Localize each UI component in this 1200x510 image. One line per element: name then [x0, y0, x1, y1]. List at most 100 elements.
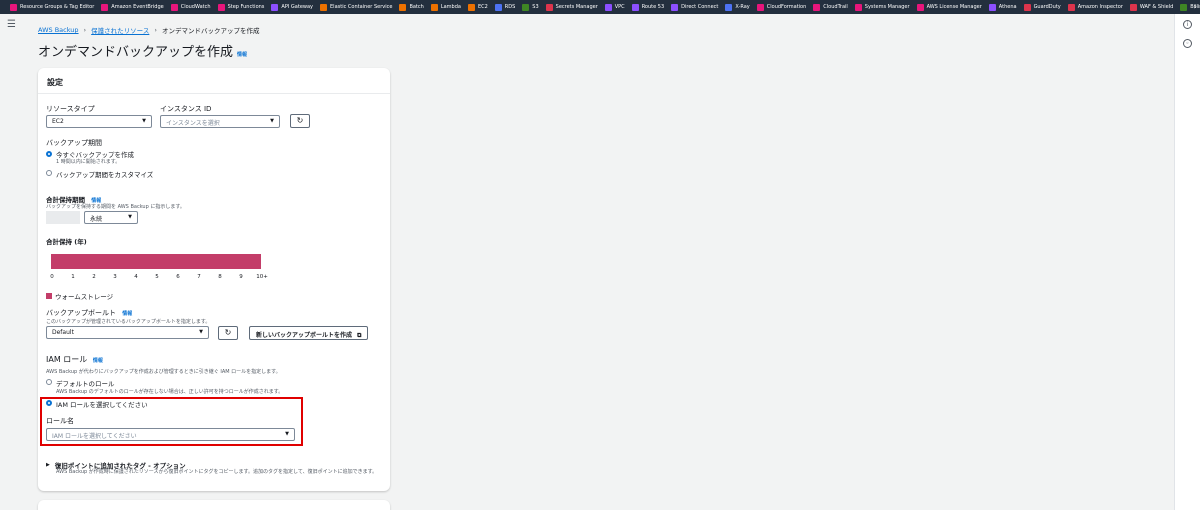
backup-custom-radio[interactable]	[46, 170, 52, 176]
favorite-label: CloudWatch	[180, 4, 211, 10]
chevron-right-icon: ›	[83, 26, 87, 34]
default-role-radio[interactable]	[46, 379, 52, 385]
service-icon	[217, 3, 225, 11]
chart-tick-label: 5	[155, 274, 159, 280]
chart-tick-label: 9	[239, 274, 243, 280]
favorite-item[interactable]: CloudWatch	[170, 3, 211, 11]
backup-custom-label: バックアップ期間をカスタマイズ	[56, 171, 154, 179]
service-icon	[545, 3, 553, 11]
retention-number-input[interactable]	[46, 211, 80, 224]
favorite-item[interactable]: EC2	[467, 3, 488, 11]
service-icon	[1180, 3, 1188, 11]
refresh-icon: ↻	[224, 328, 232, 337]
iam-desc: AWS Backup が代わりにバックアップを作成および管理するときに引き継ぐ …	[46, 369, 281, 375]
service-icon	[813, 3, 821, 11]
favorite-item[interactable]: Elastic Container Service	[320, 3, 392, 11]
favorite-item[interactable]: Amazon EventBridge	[101, 3, 164, 11]
caret-down-icon: ▼	[285, 431, 289, 437]
menu-icon[interactable]: ☰	[7, 19, 16, 30]
resource-type-label: リソースタイプ	[46, 105, 95, 113]
retention-chart-ticks: 0 1 2 3 4 5 6 7 8 9 10+	[50, 274, 270, 282]
page-info-link[interactable]: 情報	[237, 51, 247, 58]
chart-tick-label: 4	[134, 274, 138, 280]
create-vault-button[interactable]: 新しいバックアップボールトを作成 ⧉	[249, 326, 369, 340]
favorite-label: Direct Connect	[681, 4, 719, 10]
favorite-item[interactable]: RDS	[494, 3, 515, 11]
backup-now-radio[interactable]	[46, 151, 52, 157]
favorite-label: Batch	[409, 4, 424, 10]
role-name-label: ロール名	[46, 417, 74, 425]
favorite-item[interactable]: Resource Groups & Tag Editor	[10, 3, 94, 11]
iam-label: IAM ロール 情報	[46, 354, 103, 365]
feedback-icon[interactable]: ◦	[1183, 39, 1192, 48]
favorite-item[interactable]: CloudTrail	[813, 3, 848, 11]
favorite-item[interactable]: WAF & Shield	[1129, 3, 1173, 11]
chevron-right-icon[interactable]: ›	[1194, 2, 1197, 11]
page-title-text: オンデマンドバックアップを作成	[38, 45, 234, 60]
favorite-label: Systems Manager	[864, 4, 910, 10]
service-icon	[10, 3, 17, 11]
favorite-item[interactable]: CloudFormation	[756, 3, 806, 11]
service-icon	[671, 3, 679, 11]
breadcrumb-aws-backup[interactable]: AWS Backup	[38, 26, 79, 34]
retention-desc: バックアップを保持する期間を AWS Backup に指示します。	[46, 204, 185, 210]
favorite-item[interactable]: Direct Connect	[671, 3, 719, 11]
breadcrumb-protected-resources[interactable]: 保護されたリソース	[91, 25, 149, 35]
favorite-item[interactable]: API Gateway	[271, 3, 313, 11]
favorite-item[interactable]: Billing	[1180, 3, 1200, 11]
info-circle-icon[interactable]: i	[1183, 20, 1192, 29]
favorite-label: Lambda	[440, 4, 461, 10]
favorite-item[interactable]: Step Functions	[217, 3, 264, 11]
favorite-item[interactable]: X-Ray	[725, 3, 750, 11]
refresh-instances-button[interactable]: ↻	[290, 114, 310, 128]
favorite-item[interactable]: Batch	[399, 3, 424, 11]
refresh-vaults-button[interactable]: ↻	[218, 326, 238, 340]
favorite-item[interactable]: Amazon Inspector	[1067, 3, 1123, 11]
role-name-select[interactable]: IAM ロールを選択してください ▼	[46, 428, 295, 441]
favorites-bar: Resource Groups & Tag Editor Amazon Event…	[0, 0, 1200, 14]
tags-desc: AWS Backup が作成時に保護されたリソースから復旧ポイントにタグをコピー…	[56, 469, 378, 475]
backup-window-label: バックアップ期間	[46, 139, 102, 147]
instance-id-select[interactable]: インスタンスを選択 ▼	[160, 115, 280, 128]
favorite-item[interactable]: Athena	[988, 3, 1017, 11]
favorite-label: GuardDuty	[1033, 4, 1061, 10]
favorite-label: AWS License Manager	[926, 4, 982, 10]
vault-info-link[interactable]: 情報	[122, 311, 132, 317]
favorite-item[interactable]: Route 53	[631, 3, 665, 11]
settings-heading: 設定	[38, 68, 390, 94]
favorite-item[interactable]: Lambda	[430, 3, 461, 11]
service-icon	[467, 3, 475, 11]
instance-id-placeholder: インスタンスを選択	[166, 120, 220, 127]
favorite-label: S3	[532, 4, 539, 10]
chart-tick-label: 8	[218, 274, 222, 280]
favorite-label: Route 53	[641, 4, 665, 10]
resource-type-select[interactable]: EC2 ▼	[46, 115, 152, 128]
chevron-right-icon: ›	[154, 26, 157, 34]
favorite-label: Secrets Manager	[555, 4, 598, 10]
favorite-item[interactable]: Systems Manager	[854, 3, 910, 11]
vault-select[interactable]: Default ▼	[46, 326, 209, 339]
refresh-icon: ↻	[296, 116, 304, 125]
favorite-item[interactable]: Secrets Manager	[545, 3, 598, 11]
service-icon	[399, 3, 407, 11]
retention-legend: ウォームストレージ	[46, 291, 113, 301]
service-icon	[522, 3, 530, 11]
caret-right-icon: ▶	[46, 462, 50, 468]
next-panel	[38, 500, 390, 510]
warm-storage-bar	[51, 254, 261, 269]
service-icon	[988, 3, 996, 11]
chart-tick-label: 10+	[256, 274, 268, 280]
iam-info-link[interactable]: 情報	[93, 358, 103, 364]
service-icon	[271, 3, 279, 11]
retention-chart	[51, 254, 261, 269]
retention-unit-select[interactable]: 永続 ▼	[84, 211, 138, 224]
favorite-item[interactable]: VPC	[604, 3, 625, 11]
service-icon	[494, 3, 502, 11]
create-vault-label: 新しいバックアップボールトを作成	[256, 332, 353, 339]
chart-tick-label: 2	[92, 274, 96, 280]
favorite-item[interactable]: S3	[522, 3, 539, 11]
favorite-label: VPC	[614, 4, 625, 10]
favorite-item[interactable]: GuardDuty	[1023, 3, 1061, 11]
favorite-item[interactable]: AWS License Manager	[916, 3, 982, 11]
choose-role-radio[interactable]	[46, 400, 52, 406]
